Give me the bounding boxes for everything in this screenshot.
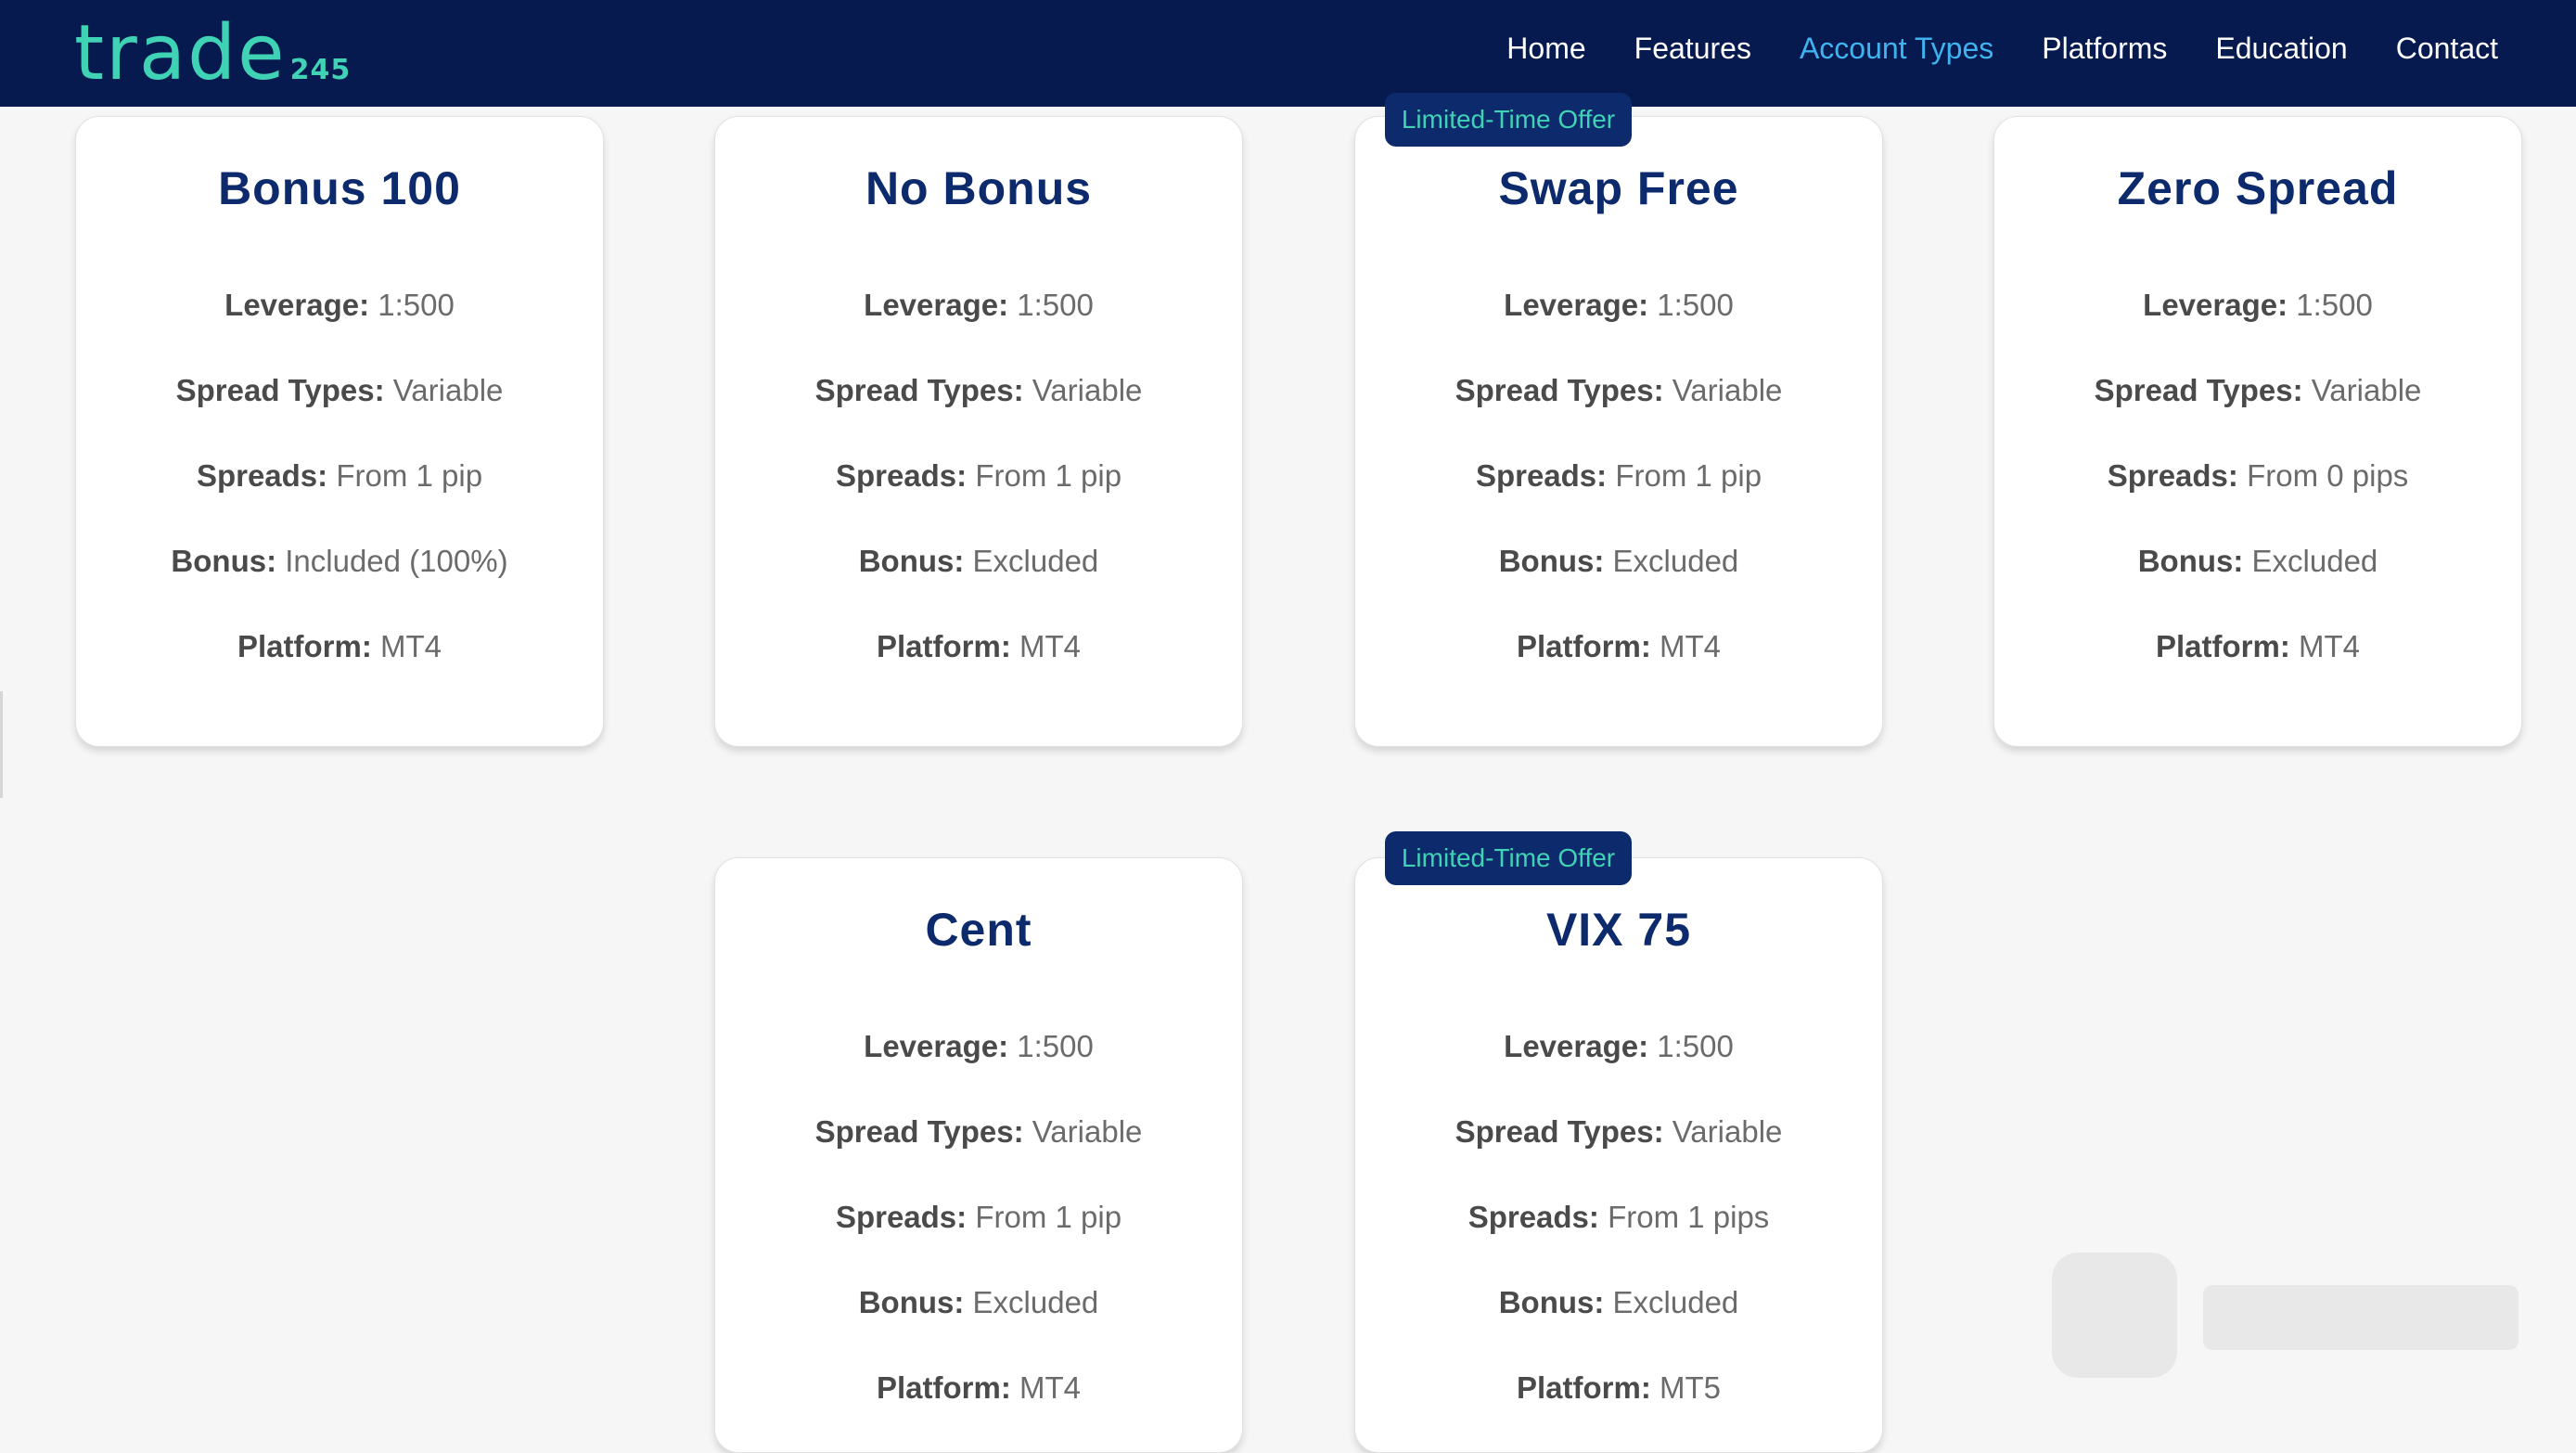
- watermark-logo-icon: [2052, 1253, 2518, 1378]
- limited-offer-badge: Limited-Time Offer: [1385, 831, 1632, 885]
- feature-bonus: Bonus: Excluded: [1498, 544, 1739, 578]
- limited-offer-badge: Limited-Time Offer: [1385, 93, 1632, 147]
- nav-education[interactable]: Education: [2215, 32, 2347, 66]
- account-card-cent[interactable]: Cent Leverage: 1:500 Spread Types: Varia…: [714, 857, 1243, 1453]
- feature-bonus: Bonus: Excluded: [1498, 1285, 1739, 1319]
- account-card-swap-free[interactable]: Swap Free Leverage: 1:500 Spread Types: …: [1354, 116, 1883, 747]
- card-title: Zero Spread: [2117, 162, 2399, 214]
- main-nav: Home Features Account Types Platforms Ed…: [1506, 0, 2498, 97]
- feature-leverage: Leverage: 1:500: [864, 288, 1094, 322]
- card-title: Swap Free: [1498, 162, 1739, 214]
- feature-spreads: Spreads: From 1 pip: [835, 1200, 1122, 1234]
- feature-spread-types: Spread Types: Variable: [175, 373, 504, 407]
- feature-platform: Platform: MT4: [1516, 629, 1721, 663]
- feature-bonus: Bonus: Excluded: [2137, 544, 2378, 578]
- logo-number: 245: [289, 54, 352, 86]
- nav-platforms[interactable]: Platforms: [2042, 32, 2167, 66]
- nav-features[interactable]: Features: [1634, 32, 1751, 66]
- feature-spreads: Spreads: From 1 pip: [196, 458, 483, 493]
- feature-bonus: Bonus: Included (100%): [171, 544, 508, 578]
- feature-spread-types: Spread Types: Variable: [1455, 1114, 1783, 1149]
- nav-account-types[interactable]: Account Types: [1800, 32, 1993, 66]
- feature-spread-types: Spread Types: Variable: [1455, 373, 1783, 407]
- brand-logo[interactable]: trade 245: [74, 0, 351, 107]
- feature-spreads: Spreads: From 1 pips: [1467, 1200, 1770, 1234]
- feature-leverage: Leverage: 1:500: [1504, 288, 1734, 322]
- card-title: Bonus 100: [218, 162, 461, 214]
- feature-bonus: Bonus: Excluded: [858, 1285, 1099, 1319]
- feature-spread-types: Spread Types: Variable: [814, 373, 1143, 407]
- account-card-zero-spread[interactable]: Zero Spread Leverage: 1:500 Spread Types…: [1993, 116, 2522, 747]
- feature-spread-types: Spread Types: Variable: [814, 1114, 1143, 1149]
- feature-spreads: Spreads: From 0 pips: [2107, 458, 2409, 493]
- nav-contact[interactable]: Contact: [2396, 32, 2498, 66]
- feature-platform: Platform: MT4: [2155, 629, 2360, 663]
- nav-home[interactable]: Home: [1506, 32, 1585, 66]
- account-card-no-bonus[interactable]: No Bonus Leverage: 1:500 Spread Types: V…: [714, 116, 1243, 747]
- card-title: Cent: [925, 904, 1032, 956]
- site-header: trade 245 Home Features Account Types Pl…: [0, 0, 2576, 107]
- feature-leverage: Leverage: 1:500: [864, 1029, 1094, 1063]
- feature-spread-types: Spread Types: Variable: [2094, 373, 2422, 407]
- feature-leverage: Leverage: 1:500: [1504, 1029, 1734, 1063]
- feature-platform: Platform: MT4: [237, 629, 442, 663]
- account-card-vix-75[interactable]: VIX 75 Leverage: 1:500 Spread Types: Var…: [1354, 857, 1883, 1453]
- feature-spreads: Spreads: From 1 pip: [835, 458, 1122, 493]
- feature-platform: Platform: MT5: [1516, 1370, 1721, 1405]
- feature-leverage: Leverage: 1:500: [2143, 288, 2373, 322]
- feature-spreads: Spreads: From 1 pip: [1475, 458, 1762, 493]
- account-card-bonus-100[interactable]: Bonus 100 Leverage: 1:500 Spread Types: …: [75, 116, 604, 747]
- feature-leverage: Leverage: 1:500: [224, 288, 455, 322]
- logo-wordmark: trade: [74, 8, 287, 97]
- feature-platform: Platform: MT4: [876, 1370, 1081, 1405]
- card-title: No Bonus: [865, 162, 1093, 214]
- scroll-edge-marker: [0, 691, 3, 798]
- feature-bonus: Bonus: Excluded: [858, 544, 1099, 578]
- card-title: VIX 75: [1545, 904, 1692, 956]
- feature-platform: Platform: MT4: [876, 629, 1081, 663]
